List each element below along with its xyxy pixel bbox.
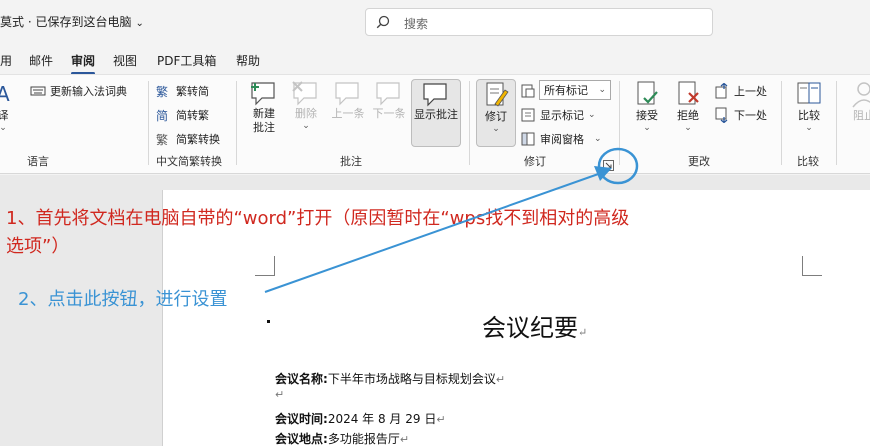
chevron-down-icon: ⌄	[643, 123, 651, 133]
next-comment-button[interactable]: 下一条	[370, 79, 408, 147]
show-markup-icon	[521, 108, 535, 122]
markup-select[interactable]: 所有标记 ⌄	[539, 80, 611, 100]
previous-change-icon	[715, 83, 728, 99]
paragraph-mark-icon: ↵	[578, 326, 588, 339]
document-line[interactable]: 会议时间:2024 年 8 月 29 日↵	[275, 410, 446, 427]
translate-icon: A?	[0, 82, 10, 106]
chevron-down-icon: ⌄	[594, 134, 602, 144]
compare-icon	[797, 82, 821, 104]
simplified-to-traditional-icon: 简	[156, 109, 168, 123]
divider	[836, 81, 837, 165]
ribbon: A? 译 ⌄ 更新输入法词典 语言 繁 繁转简 简 简转繁 繁 简繁转换 中文简…	[0, 74, 870, 174]
keyboard-icon	[30, 86, 46, 96]
title-bar: 莫式 · 已保存到这台电脑 ⌄ 搜索	[0, 0, 870, 44]
next-change-icon	[715, 107, 728, 123]
chevron-down-icon: ⌄	[302, 121, 310, 131]
user-icon	[852, 82, 870, 108]
delete-comment-button[interactable]: 删除 ⌄	[287, 79, 325, 147]
divider	[236, 81, 237, 165]
translate-button[interactable]: A? 译 ⌄	[0, 79, 20, 147]
chevron-down-icon: ⌄	[684, 123, 692, 133]
tab-view[interactable]: 视图	[113, 52, 137, 69]
divider	[781, 81, 782, 165]
tab-mailings[interactable]: 邮件	[29, 52, 53, 69]
document-line[interactable]: 会议名称:下半年市场战略与目标规划会议↵	[275, 370, 505, 387]
new-comment-icon	[251, 82, 275, 106]
accept-button[interactable]: 接受 ⌄	[628, 79, 666, 147]
svg-text:繁: 繁	[156, 84, 168, 99]
group-label-changes: 更改	[688, 155, 710, 168]
group-label-tracking: 修订	[524, 155, 546, 168]
tab-help[interactable]: 帮助	[236, 52, 260, 69]
paragraph-mark-icon: ↵	[495, 373, 506, 386]
dialog-launcher-icon	[603, 160, 614, 171]
accept-icon	[637, 81, 658, 105]
bullet-mark	[267, 320, 270, 323]
previous-change-button[interactable]: 上一处	[714, 81, 767, 101]
group-label-language: 语言	[27, 155, 49, 168]
next-comment-icon	[376, 82, 400, 106]
chevron-down-icon: ⌄	[598, 85, 606, 95]
paragraph-mark-icon: ↵	[399, 433, 410, 446]
update-ime-dictionary-button[interactable]: 更新输入法词典	[30, 81, 127, 101]
delete-comment-icon	[292, 81, 317, 106]
annotation-step-1: 1、首先将文档在电脑自带的“word”打开（原因暂时在“wps找不到相对的高级选…	[6, 208, 630, 257]
conversion-icon: 繁	[156, 132, 168, 147]
tab-reference[interactable]: 用	[0, 52, 12, 69]
document-title[interactable]: 会议纪要↵	[482, 308, 587, 343]
menu-bar: 用 邮件 审阅 视图 PDF工具箱 帮助	[0, 44, 870, 75]
chevron-down-icon: ⌄	[805, 123, 813, 133]
search-icon	[376, 15, 390, 29]
search-input[interactable]: 搜索	[365, 8, 713, 36]
chevron-down-icon: ⌄	[492, 124, 500, 134]
traditional-to-simplified-button[interactable]: 繁 繁转简	[156, 81, 209, 101]
window-title[interactable]: 莫式 · 已保存到这台电脑 ⌄	[0, 13, 144, 30]
tracking-options-launcher[interactable]	[603, 156, 614, 171]
chinese-conversion-button[interactable]: 繁 简繁转换	[156, 129, 220, 149]
paragraph-mark-icon: ↵	[275, 388, 285, 401]
traditional-to-simplified-icon: 繁	[156, 84, 168, 99]
document-line[interactable]: 会议地点:多功能报告厅↵	[275, 430, 409, 446]
chevron-down-icon[interactable]: ⌄	[135, 18, 143, 29]
previous-comment-button[interactable]: 上一条	[329, 79, 367, 147]
divider	[619, 81, 620, 165]
simplified-to-traditional-button[interactable]: 简 简转繁	[156, 105, 209, 125]
search-placeholder: 搜索	[404, 17, 429, 31]
reject-button[interactable]: 拒绝 ⌄	[669, 79, 707, 147]
divider	[469, 81, 470, 165]
chevron-down-icon: ⌄	[588, 110, 596, 120]
svg-text:A: A	[0, 82, 10, 106]
crop-mark	[802, 256, 822, 276]
show-comments-button[interactable]: 显示批注	[411, 79, 461, 147]
annotation-step-2: 2、点击此按钮，进行设置	[18, 289, 228, 310]
compare-button[interactable]: 比较 ⌄	[790, 79, 828, 147]
paragraph-mark-icon: ↵	[436, 413, 446, 426]
reject-icon	[678, 81, 699, 105]
track-changes-icon	[486, 82, 509, 107]
divider	[148, 81, 149, 165]
group-label-compare: 比较	[797, 155, 819, 168]
track-changes-button[interactable]: 修订 ⌄	[476, 79, 516, 147]
tab-review[interactable]: 审阅	[71, 52, 96, 75]
next-change-button[interactable]: 下一处	[714, 105, 767, 125]
reviewing-pane-button[interactable]: 审阅窗格 ⌄	[520, 129, 602, 149]
block-authors-button[interactable]: 阻止	[842, 79, 870, 147]
markup-icon	[521, 84, 535, 98]
group-label-comments: 批注	[340, 155, 362, 168]
svg-text:简: 简	[156, 109, 168, 123]
group-label-chinese-conversion: 中文简繁转换	[156, 155, 222, 168]
chevron-down-icon: ⌄	[0, 123, 7, 133]
tab-pdf-toolbox[interactable]: PDF工具箱	[157, 52, 216, 69]
svg-text:繁: 繁	[156, 132, 168, 147]
new-comment-button[interactable]: 新建 批注	[245, 79, 283, 147]
reviewing-pane-icon	[521, 132, 535, 146]
previous-comment-icon	[335, 82, 359, 106]
show-comments-icon	[423, 83, 447, 107]
show-markup-button[interactable]: 显示标记 ⌄	[520, 105, 596, 125]
